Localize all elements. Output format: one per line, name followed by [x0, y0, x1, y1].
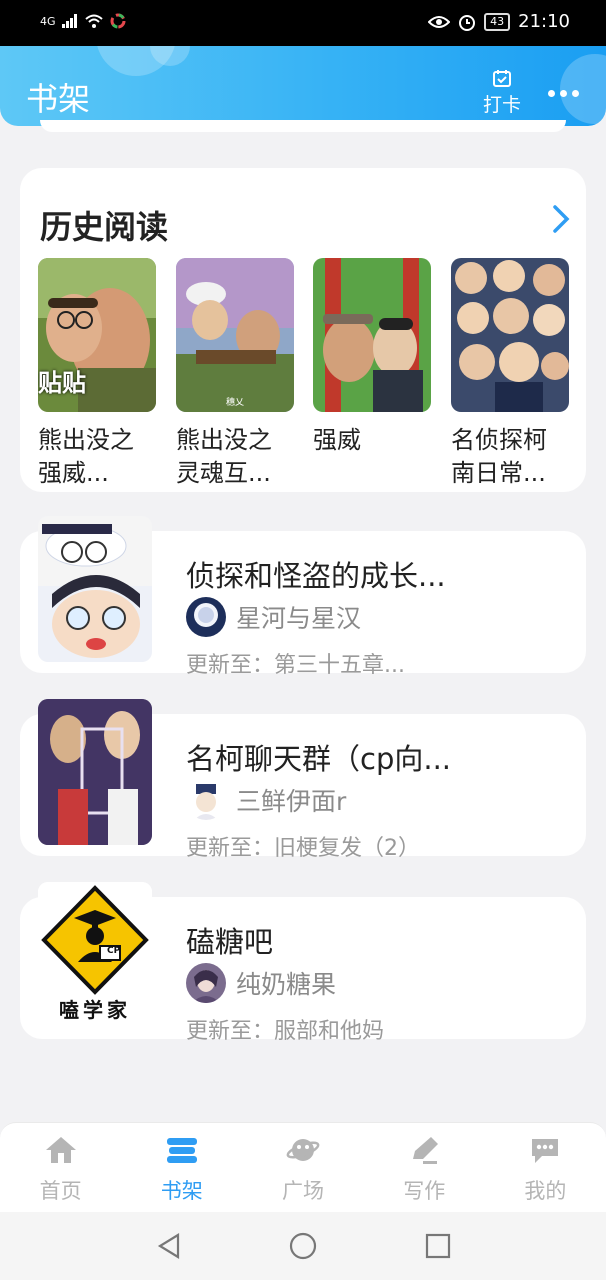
- recents-icon[interactable]: [425, 1232, 451, 1260]
- chevron-right-icon[interactable]: [552, 204, 570, 234]
- nav-label: 书架: [160, 1179, 203, 1203]
- author-info: 星河与星汉: [186, 597, 361, 637]
- book-title: 磕糖吧: [186, 925, 274, 959]
- checkin-label: 打卡: [482, 94, 521, 116]
- app-notification-icon: [110, 13, 126, 29]
- network-label: 4G: [40, 14, 56, 28]
- header-shadow-card: [40, 120, 566, 132]
- history-item[interactable]: 强威: [313, 258, 431, 492]
- book-cover: 穗乂: [176, 258, 294, 412]
- wifi-icon: [84, 14, 103, 28]
- nav-label: 写作: [403, 1179, 446, 1203]
- nav-write[interactable]: 写作: [364, 1123, 485, 1212]
- status-bar: 4G 43 21:10: [0, 0, 606, 46]
- system-nav-bar: [0, 1212, 606, 1280]
- dot-icon: [548, 90, 555, 97]
- history-item-title: 熊出没之灵魂互...: [176, 426, 272, 487]
- signal-icon: [61, 14, 77, 28]
- author-avatar: [186, 597, 226, 637]
- page-title: 书架: [26, 80, 91, 118]
- author-info: 纯奶糖果: [186, 963, 336, 1003]
- nav-label: 首页: [39, 1179, 82, 1203]
- cover-badge: CP: [107, 946, 121, 956]
- section-title: 历史阅读: [40, 208, 169, 246]
- app-header: 书架 打卡: [0, 46, 606, 126]
- update-status: 更新至：旧梗复发（2）: [186, 836, 420, 861]
- eye-icon: [428, 15, 451, 28]
- pen-icon: [413, 1137, 439, 1164]
- history-item-title: 强威: [313, 426, 361, 454]
- book-cover: [451, 258, 569, 412]
- nav-square[interactable]: 广场: [242, 1123, 363, 1212]
- dot-icon: [572, 90, 579, 97]
- author-avatar: [186, 780, 226, 820]
- back-icon[interactable]: [156, 1232, 182, 1260]
- home-icon: [45, 1137, 76, 1163]
- dot-icon: [560, 90, 567, 97]
- book-cover: [38, 699, 152, 845]
- more-menu-button[interactable]: [548, 90, 579, 97]
- home-button-icon[interactable]: [289, 1232, 317, 1260]
- book-title: 侦探和怪盗的成长...: [186, 559, 446, 593]
- cover-text: 嗑学家: [59, 998, 131, 1022]
- nav-home[interactable]: 首页: [0, 1123, 121, 1212]
- calendar-check-icon: [493, 70, 511, 87]
- nav-mine[interactable]: 我的: [485, 1123, 606, 1212]
- bookshelf-icon: [166, 1138, 197, 1163]
- history-item[interactable]: 穗乂 熊出没之灵魂互...: [176, 258, 294, 492]
- author-name: 三鲜伊面r: [236, 787, 347, 816]
- chat-bubble-icon: [532, 1139, 559, 1163]
- checkin-button[interactable]: 打卡: [476, 68, 528, 117]
- nav-label: 广场: [282, 1179, 324, 1203]
- battery-indicator: 43: [484, 12, 511, 31]
- cover-caption: 穗乂: [225, 398, 244, 408]
- clock: 21:10: [518, 11, 570, 32]
- bottom-nav: 首页 书架 广场 写作 我的: [0, 1122, 606, 1212]
- author-name: 纯奶糖果: [236, 970, 337, 999]
- update-status: 更新至：服部和他妈: [186, 1019, 385, 1044]
- book-cover: [313, 258, 431, 412]
- book-cover: CP 嗑学家: [38, 882, 152, 1028]
- author-name: 星河与星汉: [236, 604, 362, 633]
- planet-icon: [286, 1139, 320, 1161]
- decor-bubble: [560, 54, 606, 124]
- history-reading-card: 历史阅读 贴贴 熊出没之强威... 穗乂 熊出没之灵魂互... 强威 名侦探柯南…: [20, 168, 586, 492]
- alarm-icon: [459, 14, 476, 31]
- history-item[interactable]: 名侦探柯南日常...: [451, 258, 569, 492]
- author-info: 三鲜伊面r: [186, 780, 346, 820]
- cover-tag: 贴贴: [38, 369, 86, 397]
- history-item[interactable]: 贴贴 熊出没之强威...: [38, 258, 156, 492]
- author-avatar: [186, 963, 226, 1003]
- history-item-title: 名侦探柯南日常...: [451, 426, 547, 487]
- nav-label: 我的: [524, 1179, 567, 1203]
- book-cover: [38, 516, 152, 662]
- update-status: 更新至：第三十五章...: [186, 653, 405, 678]
- book-title: 名柯聊天群（cp向...: [186, 742, 452, 776]
- book-cover: 贴贴: [38, 258, 156, 412]
- nav-bookshelf[interactable]: 书架: [121, 1123, 242, 1212]
- history-item-title: 熊出没之强威...: [38, 426, 134, 487]
